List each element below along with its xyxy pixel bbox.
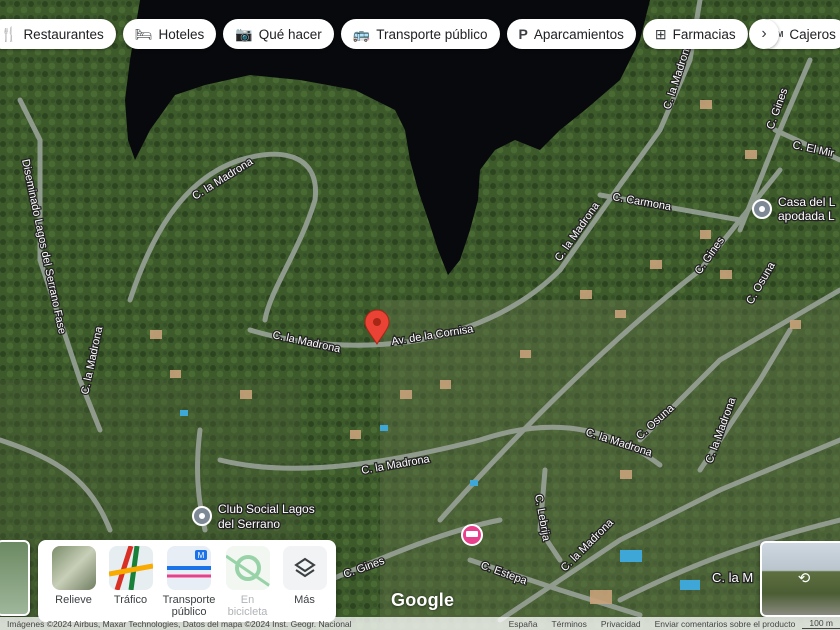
house <box>520 350 531 358</box>
pool <box>470 480 478 486</box>
region-link[interactable]: España <box>502 619 545 629</box>
rotate-360-icon: ⟲ <box>797 570 811 587</box>
parking-icon: P <box>518 26 528 42</box>
hotel-icon: 🛏 <box>134 25 153 42</box>
house <box>790 320 801 329</box>
poi-marker-dot <box>759 206 765 212</box>
layer-more[interactable]: Más <box>281 546 328 622</box>
privacy-link[interactable]: Privacidad <box>594 619 648 629</box>
layer-label: Más <box>294 594 315 606</box>
house <box>720 270 732 279</box>
satellite-map[interactable]: C. la Madrona Diseminado Lagos del Serra… <box>0 0 840 630</box>
layer-terrain[interactable]: Relieve <box>50 546 97 622</box>
house <box>700 100 712 109</box>
pool <box>620 550 642 562</box>
poi-label: Casa del L <box>778 195 836 209</box>
house <box>150 330 162 339</box>
chip-label: Aparcamientos <box>533 26 624 42</box>
street-view-thumbnail[interactable]: ⟲ <box>760 541 840 617</box>
house <box>620 470 632 479</box>
layer-label: Tráfico <box>113 594 148 606</box>
poi-label: del Serrano <box>218 517 280 531</box>
layer-label: Transporte público <box>162 594 216 618</box>
layer-transit[interactable]: M Transporte público <box>162 546 216 622</box>
terrain-icon <box>51 546 96 590</box>
pool <box>380 425 388 431</box>
chip-pharmacies[interactable]: ⊞ Farmacias <box>642 19 748 49</box>
chip-label: Restaurantes <box>23 26 104 42</box>
house <box>745 150 757 159</box>
layers-icon <box>282 546 327 590</box>
house <box>170 370 181 378</box>
house <box>650 260 662 269</box>
transit-icon: M <box>167 546 211 590</box>
chip-transit[interactable]: 🚌 Transporte público <box>340 19 500 49</box>
layers-panel: Relieve Tráfico M Transporte público En … <box>38 540 336 622</box>
poi-label: Club Social Lagos <box>218 502 315 516</box>
house <box>400 390 412 399</box>
attribution-text: Imágenes ©2024 Airbus, Maxar Technologie… <box>7 618 352 629</box>
map-footer: Imágenes ©2024 Airbus, Maxar Technologie… <box>0 617 840 630</box>
chip-label: Hoteles <box>158 26 205 42</box>
chip-hotels[interactable]: 🛏 Hoteles <box>122 19 217 49</box>
chips-next-button[interactable]: › <box>749 19 779 49</box>
layer-biking[interactable]: En bicicleta <box>224 546 271 622</box>
chip-label: Cajeros <box>789 26 836 42</box>
bed-icon <box>466 531 478 537</box>
chip-things-to-do[interactable]: 📷 Qué hacer <box>223 19 334 49</box>
pharmacy-icon: ⊞ <box>654 25 667 42</box>
house <box>700 230 711 239</box>
house <box>590 590 612 604</box>
chevron-right-icon: › <box>761 25 767 42</box>
chip-label: Qué hacer <box>258 26 322 42</box>
house <box>615 310 626 318</box>
house <box>440 380 451 389</box>
scale-bar[interactable]: 100 m <box>802 618 840 629</box>
bus-icon: 🚌 <box>352 25 371 42</box>
google-logo: Google <box>391 590 455 610</box>
terms-link[interactable]: Términos <box>544 619 593 629</box>
map-type-toggle[interactable] <box>0 540 30 616</box>
pin-dot <box>373 318 381 326</box>
pool <box>680 580 700 590</box>
category-chip-bar: 🍴 Restaurantes 🛏 Hoteles 📷 Qué hacer 🚌 Trans… <box>0 19 840 51</box>
street-label: C. la M <box>712 570 753 585</box>
chip-restaurants[interactable]: 🍴 Restaurantes <box>0 19 116 49</box>
feedback-link[interactable]: Enviar comentarios sobre el producto <box>648 619 803 629</box>
house <box>240 390 252 399</box>
svg-text:M: M <box>198 551 205 560</box>
camera-icon: 📷 <box>235 25 253 42</box>
pool <box>180 410 188 416</box>
poi-label: apodada L <box>778 209 835 223</box>
poi-marker-dot <box>199 513 205 519</box>
house <box>350 430 361 439</box>
chip-label: Transporte público <box>376 26 488 42</box>
chip-label: Farmacias <box>672 26 736 42</box>
bicycle-icon <box>225 546 270 590</box>
house <box>580 290 592 299</box>
chip-parking[interactable]: P Aparcamientos <box>506 19 636 49</box>
traffic-icon <box>108 546 153 590</box>
layer-label: En bicicleta <box>227 594 268 618</box>
layer-traffic[interactable]: Tráfico <box>107 546 154 622</box>
restaurant-icon: 🍴 <box>0 25 18 42</box>
layer-label: Relieve <box>55 594 92 606</box>
